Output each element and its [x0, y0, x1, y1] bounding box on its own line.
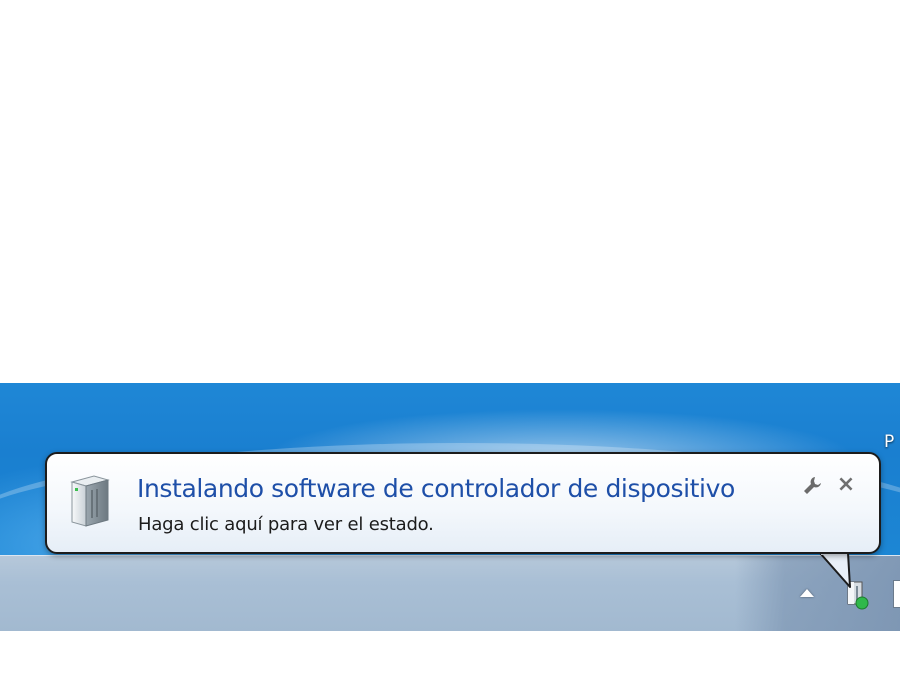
desktop-icon-label[interactable]: P [884, 432, 894, 452]
notification-balloon[interactable] [45, 452, 881, 554]
wrench-icon[interactable] [800, 474, 824, 498]
screen: P Instalando software de controlador de … [0, 0, 900, 700]
close-icon[interactable]: × [833, 472, 859, 498]
tray-partial-item[interactable] [893, 580, 900, 608]
show-hidden-icons-arrow-icon[interactable] [797, 588, 817, 602]
taskbar [0, 555, 900, 631]
notification-title[interactable]: Instalando software de controlador de di… [137, 474, 735, 503]
device-icon [64, 472, 116, 530]
notification-subtitle[interactable]: Haga clic aquí para ver el estado. [138, 514, 434, 535]
balloon-pointer [819, 551, 851, 588]
